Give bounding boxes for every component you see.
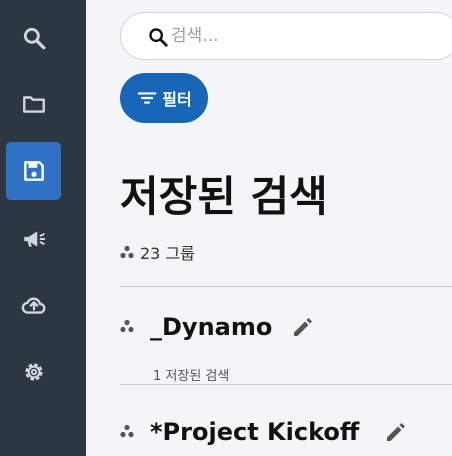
divider [120,286,452,287]
group-name[interactable]: _Dynamo [150,315,272,339]
pencil-icon[interactable] [290,316,314,340]
search-icon [23,27,45,50]
search-icon [149,28,168,47]
filter-label: 필터 [162,90,192,109]
group-count: 23 그룹 [120,240,195,264]
sidebar-item-announcements[interactable] [6,210,61,268]
group-row[interactable]: _Dynamo 1 저장된 검색 [120,300,452,384]
save-icon [23,161,44,181]
sidebar-item-settings[interactable] [6,343,61,401]
sidebar [0,0,86,456]
folder-icon [22,96,45,113]
page-title: 저장된 검색 [120,172,328,221]
search-input[interactable] [171,23,441,49]
group-icon [120,424,134,438]
divider [120,384,452,385]
sidebar-item-saved[interactable] [6,142,61,200]
megaphone-icon [23,231,45,247]
group-saved-count: 1 저장된 검색 [153,369,230,384]
sidebar-item-upload[interactable] [6,276,61,334]
sidebar-item-folder[interactable] [6,75,61,133]
search-bar[interactable] [120,12,452,60]
cloud-upload-icon [21,297,45,314]
pencil-icon[interactable] [383,421,407,445]
filter-icon [137,92,157,104]
filter-button[interactable]: 필터 [120,73,208,123]
group-icon [120,319,134,333]
group-count-label: 23 그룹 [140,244,195,263]
sidebar-item-search[interactable] [6,9,61,67]
group-row[interactable]: *Project Kickoff [120,404,452,456]
group-name[interactable]: *Project Kickoff [150,420,359,444]
group-icon [120,245,134,259]
gear-icon [24,363,43,381]
